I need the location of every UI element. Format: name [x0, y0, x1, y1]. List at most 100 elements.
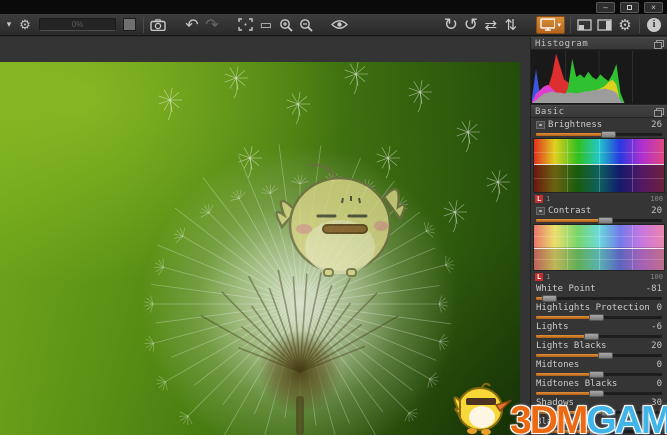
chevron-down-icon[interactable]: ▾ [4, 16, 14, 34]
slider-fill [536, 354, 605, 357]
preview-toggle-button[interactable] [331, 16, 349, 34]
detach-panel-icon[interactable] [654, 108, 663, 116]
slider-fill [536, 219, 605, 222]
eye-icon [331, 19, 348, 30]
slider-fill [536, 133, 608, 136]
slider-value[interactable]: -6 [651, 322, 662, 332]
fit-to-screen-button[interactable] [237, 16, 255, 34]
panel-right-icon [597, 19, 612, 31]
slider-fill [536, 373, 596, 376]
titlebar: – × [0, 0, 667, 14]
visibility-toggle-icon[interactable] [536, 207, 545, 215]
slider-handle[interactable] [598, 217, 613, 224]
zoom-out-button[interactable] [297, 16, 315, 34]
curve-line[interactable] [534, 164, 664, 165]
slider-fill [536, 316, 596, 319]
rotate-cw-button[interactable]: ↻ [442, 16, 460, 34]
maximize-button[interactable] [620, 2, 639, 13]
slider-handle[interactable] [589, 314, 604, 321]
info-button[interactable]: i [645, 16, 663, 34]
chick-sticker-overlay [0, 62, 520, 435]
slider-track[interactable] [536, 335, 662, 338]
slider-value[interactable]: 0 [657, 360, 662, 370]
slider-row-lights-blacks: Lights Blacks20 [531, 339, 667, 358]
basic-section-header[interactable]: Basic [531, 105, 667, 118]
slider-row-brightness: Brightness26 [531, 118, 667, 137]
fit-screen-icon [238, 18, 253, 31]
range-min: 1 [546, 273, 550, 281]
photo-dandelion [0, 62, 520, 435]
zoom-out-icon [299, 18, 313, 32]
slider-value[interactable]: 26 [651, 120, 662, 130]
toolbar-separator [639, 17, 640, 33]
display-mode-button[interactable]: ▾ [536, 16, 565, 34]
slider-track[interactable] [536, 354, 662, 357]
close-button[interactable]: × [644, 2, 663, 13]
slider-track[interactable] [536, 297, 662, 300]
slider-row-midtones: Midtones0 [531, 358, 667, 377]
tone-curve-editor-brightness[interactable] [533, 138, 665, 193]
slider-handle[interactable] [584, 333, 599, 340]
layout-right-panel-button[interactable] [596, 16, 614, 34]
toolbar-separator [570, 17, 571, 33]
settings-gears-icon[interactable]: ⚙ [16, 16, 34, 34]
chevron-down-icon: ▾ [557, 21, 561, 29]
curve-line[interactable] [534, 248, 664, 249]
slider-value[interactable]: -81 [646, 284, 662, 294]
slider-value[interactable]: 0 [657, 303, 662, 313]
snapshot-camera-button[interactable] [149, 16, 167, 34]
slider-label: Midtones [536, 360, 657, 370]
slider-handle[interactable] [601, 131, 616, 138]
slider-row-lights: Lights-6 [531, 320, 667, 339]
marquee-select-button[interactable]: ▭ [257, 16, 275, 34]
luminosity-channel-badge[interactable]: L [535, 195, 543, 203]
watermark-3dm: 3DM [510, 399, 586, 435]
slider-value[interactable]: 20 [651, 206, 662, 216]
color-swatch-button[interactable] [123, 18, 136, 31]
layout-left-panel-button[interactable] [576, 16, 594, 34]
toolbar-separator [143, 17, 144, 33]
adjustments-panel: Histogram Basic Brightness26 L 1 100 [530, 37, 667, 435]
maximize-icon [627, 5, 632, 10]
rotate-ccw-button[interactable]: ↺ [462, 16, 480, 34]
slider-track[interactable] [536, 133, 662, 136]
luminosity-channel-badge[interactable]: L [535, 273, 543, 281]
watermark-text: 3DMGAME™ [510, 401, 667, 435]
panel-left-icon [577, 19, 592, 31]
slider-track[interactable] [536, 373, 662, 376]
zoom-in-button[interactable] [277, 16, 295, 34]
slider-handle[interactable] [598, 352, 613, 359]
slider-fill [536, 335, 591, 338]
monitor-icon [540, 18, 556, 31]
watermark-game: GAME [586, 399, 667, 435]
range-min: 1 [546, 195, 550, 203]
image-canvas[interactable] [0, 37, 530, 435]
slider-handle[interactable] [542, 295, 557, 302]
tone-curve-editor-contrast[interactable] [533, 224, 665, 271]
basic-title: Basic [535, 107, 654, 117]
info-icon: i [647, 18, 661, 32]
slider-handle[interactable] [589, 371, 604, 378]
slider-label: Contrast [548, 206, 651, 216]
slider-row-contrast: Contrast20 [531, 204, 667, 223]
slider-track[interactable] [536, 219, 662, 222]
slider-label: White Point [536, 284, 646, 294]
flip-vertical-button[interactable]: ⇅ [502, 16, 520, 34]
visibility-toggle-icon[interactable] [536, 121, 545, 129]
curve-range-row: L 1 100 [531, 194, 667, 204]
preferences-gear-button[interactable]: ⚙ [616, 16, 634, 34]
detach-panel-icon[interactable] [654, 40, 663, 48]
minimize-button[interactable]: – [596, 2, 615, 13]
photo-editor-window: – × ▾ ⚙ 0% ↶ ↷ ▭ [0, 0, 667, 435]
histogram-section-header[interactable]: Histogram [531, 37, 667, 50]
slider-label: Brightness [548, 120, 651, 130]
slider-label: Lights [536, 322, 651, 332]
redo-button[interactable]: ↷ [203, 16, 221, 34]
histogram-title: Histogram [535, 39, 654, 49]
range-max: 100 [650, 273, 663, 281]
slider-track[interactable] [536, 316, 662, 319]
slider-row-white-point: White Point-81 [531, 282, 667, 301]
slider-value[interactable]: 20 [651, 341, 662, 351]
undo-button[interactable]: ↶ [183, 16, 201, 34]
flip-horizontal-button[interactable]: ⇄ [482, 16, 500, 34]
